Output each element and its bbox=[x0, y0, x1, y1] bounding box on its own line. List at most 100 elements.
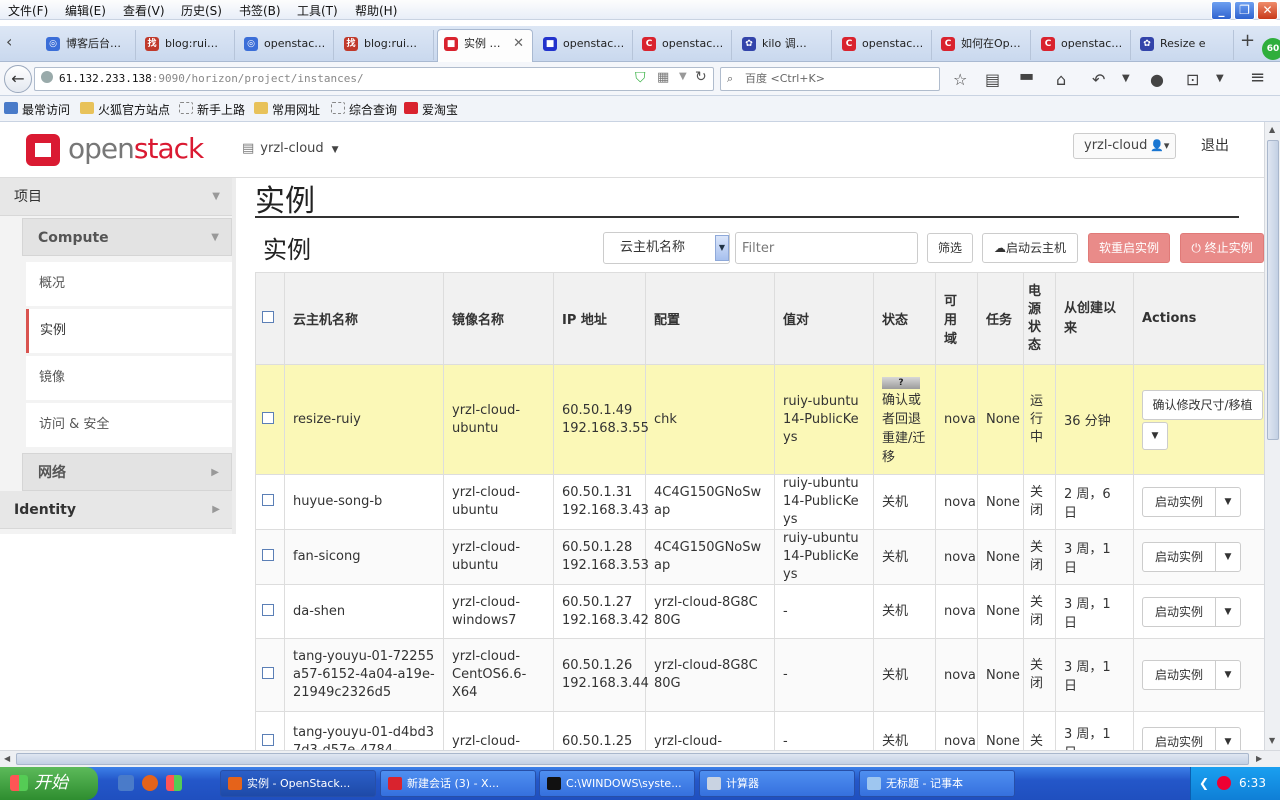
download-icon[interactable]: ▬ bbox=[1019, 66, 1034, 85]
openstack-logo-icon[interactable] bbox=[26, 134, 60, 166]
menu-file[interactable]: 文件(F) bbox=[8, 2, 48, 19]
flavor-link[interactable]: 4C4G150GNoSwap bbox=[645, 529, 775, 585]
soft-reboot-button[interactable]: 软重启实例 bbox=[1088, 233, 1170, 263]
project-selector[interactable]: ▤ yrzl-cloud ▼ bbox=[242, 141, 339, 156]
vertical-scroll-thumb[interactable] bbox=[1267, 140, 1279, 440]
menu-edit[interactable]: 编辑(E) bbox=[65, 2, 106, 19]
search-input[interactable]: ⌕ 百度 <Ctrl+K> bbox=[720, 67, 940, 91]
horizontal-scroll-thumb[interactable] bbox=[16, 753, 1249, 765]
start-instance-button[interactable]: 启动实例 bbox=[1143, 661, 1217, 689]
taskbar-task-2[interactable]: C:\WINDOWS\syste... bbox=[539, 770, 695, 797]
flavor-link[interactable]: yrzl-cloud-8G8C80G bbox=[645, 638, 775, 712]
chat-icon[interactable]: ● bbox=[1150, 70, 1164, 89]
sidebar-item-overview[interactable]: 概况 bbox=[26, 262, 232, 306]
filter-field-select[interactable]: 云主机名称 ▼ bbox=[603, 232, 730, 264]
tab-5[interactable]: ■ openstac… bbox=[537, 30, 633, 60]
tab-1[interactable]: 找 blog:rui… bbox=[139, 30, 235, 60]
col-flavor[interactable]: 配置 bbox=[645, 272, 775, 365]
col-keypair[interactable]: 值对 bbox=[774, 272, 874, 365]
terminate-instance-button[interactable]: ⏻ 终止实例 bbox=[1180, 233, 1264, 263]
tab-7[interactable]: ✿ kilo 调… bbox=[736, 30, 832, 60]
star-bookmark-icon[interactable]: ☆ bbox=[953, 70, 967, 89]
sidebar-identity[interactable]: Identity ▶ bbox=[0, 491, 232, 529]
sidebar-item-images[interactable]: 镜像 bbox=[26, 356, 232, 400]
row-checkbox[interactable] bbox=[255, 584, 285, 639]
sidebar-item-access-security[interactable]: 访问 & 安全 bbox=[26, 403, 232, 447]
start-instance-button[interactable]: 启动实例 bbox=[1143, 597, 1217, 626]
sidebar-project[interactable]: 项目 ▼ bbox=[0, 178, 232, 216]
windows-quicklaunch-icon[interactable] bbox=[166, 775, 182, 791]
action-dropdown-icon[interactable]: ▼ bbox=[1216, 598, 1240, 626]
tab-9[interactable]: C 如何在Op… bbox=[935, 30, 1031, 60]
home-icon[interactable]: ⌂ bbox=[1056, 70, 1066, 89]
scroll-right-icon[interactable]: ▶ bbox=[1256, 754, 1262, 763]
menu-history[interactable]: 历史(S) bbox=[181, 2, 222, 19]
reading-list-icon[interactable]: ▤ bbox=[985, 70, 1000, 89]
launch-instance-button[interactable]: ☁启动云主机 bbox=[982, 233, 1078, 263]
tab-close-icon[interactable]: ✕ bbox=[513, 30, 524, 58]
menu-view[interactable]: 查看(V) bbox=[123, 2, 165, 19]
tab-0[interactable]: ◎ 博客后台… bbox=[40, 30, 136, 60]
dropdown-icon[interactable]: ▼ bbox=[679, 71, 687, 82]
row-checkbox[interactable] bbox=[255, 529, 285, 585]
taskbar-task-1[interactable]: 新建会话 (3) - X... bbox=[380, 770, 536, 797]
instance-name-link[interactable]: huyue-song-b bbox=[284, 474, 444, 530]
row-checkbox[interactable] bbox=[255, 364, 285, 475]
tab-3[interactable]: 找 blog:rui… bbox=[338, 30, 434, 60]
flavor-link[interactable]: 4C4G150GNoSwap bbox=[645, 474, 775, 530]
col-power[interactable]: 电源状态 bbox=[1023, 272, 1056, 365]
user-menu[interactable]: yrzl-cloud 👤▾ bbox=[1073, 133, 1177, 159]
logout-link[interactable]: 退出 bbox=[1201, 135, 1229, 155]
clock[interactable]: 6:33 bbox=[1239, 767, 1266, 800]
flavor-link[interactable]: yrzl-cloud-8G8C80G bbox=[645, 584, 775, 639]
tray-expand-icon[interactable]: ❮ bbox=[1199, 767, 1209, 800]
tab-6[interactable]: Copenstac… bbox=[636, 30, 732, 60]
taskbar-task-3[interactable]: 计算器 bbox=[699, 770, 855, 797]
col-name[interactable]: 云主机名称 bbox=[284, 272, 444, 365]
tab-4[interactable]: ■ 实例 … ✕ bbox=[437, 29, 533, 62]
sidebar-network[interactable]: 网络 ▶ bbox=[22, 453, 232, 491]
tab-10[interactable]: Copenstac… bbox=[1035, 30, 1131, 60]
restore-button[interactable]: ❐ bbox=[1234, 1, 1255, 20]
instance-name-link[interactable]: da-shen bbox=[284, 584, 444, 639]
action-dropdown-icon[interactable]: ▼ bbox=[1216, 543, 1240, 571]
select-all-checkbox[interactable] bbox=[255, 272, 285, 365]
url-bar[interactable]: 61.132.233.138:9090/horizon/project/inst… bbox=[34, 67, 714, 91]
bookmark-firefox-site[interactable]: 火狐官方站点 bbox=[80, 101, 170, 118]
action-dropdown-icon[interactable]: ▼ bbox=[1216, 488, 1240, 516]
minimize-button[interactable]: _ bbox=[1211, 1, 1232, 20]
qr-icon[interactable]: ▦ bbox=[657, 70, 669, 85]
new-tab-button[interactable]: + bbox=[1240, 30, 1255, 51]
reload-icon[interactable]: ↻ bbox=[695, 69, 707, 85]
row-checkbox[interactable] bbox=[255, 638, 285, 712]
menu-tools[interactable]: 工具(T) bbox=[297, 2, 338, 19]
bookmark-query[interactable]: 综合查询 bbox=[331, 101, 397, 118]
sidebar-item-instances[interactable]: 实例 bbox=[26, 309, 232, 353]
filter-button[interactable]: 筛选 bbox=[927, 233, 973, 263]
instance-name-link[interactable]: tang-youyu-01-72255a57-6152-4a04-a19e-21… bbox=[284, 638, 444, 712]
bookmark-common-sites[interactable]: 常用网址 bbox=[254, 101, 320, 118]
openstack-logo-text[interactable]: openstack bbox=[68, 132, 204, 165]
tab-scroll-left-icon[interactable]: ‹ bbox=[6, 32, 12, 51]
tab-11[interactable]: ✿ Resize e bbox=[1134, 30, 1234, 60]
crop-dropdown-icon[interactable]: ▼ bbox=[1216, 73, 1224, 84]
start-button[interactable]: 开始 bbox=[0, 767, 98, 800]
start-instance-button[interactable]: 启动实例 bbox=[1143, 543, 1217, 571]
notification-badge[interactable]: 60 bbox=[1262, 38, 1280, 60]
menu-bookmarks[interactable]: 书签(B) bbox=[239, 2, 281, 19]
show-desktop-icon[interactable] bbox=[118, 775, 134, 791]
scroll-left-icon[interactable]: ◀ bbox=[4, 754, 10, 763]
tab-8[interactable]: Copenstac… bbox=[836, 30, 932, 60]
confirm-resize-button[interactable]: 确认修改尺寸/移植 bbox=[1142, 389, 1263, 420]
instance-name-link[interactable]: resize-ruiy bbox=[284, 364, 444, 475]
firefox-quicklaunch-icon[interactable] bbox=[142, 775, 158, 791]
scroll-down-icon[interactable]: ▼ bbox=[1269, 736, 1275, 745]
col-zone[interactable]: 可用域 bbox=[935, 272, 978, 365]
menu-help[interactable]: 帮助(H) bbox=[355, 2, 397, 19]
undo-icon[interactable]: ↶ bbox=[1092, 70, 1105, 89]
flavor-link[interactable]: chk bbox=[645, 364, 775, 475]
bookmark-most-visited[interactable]: 最常访问 bbox=[4, 101, 70, 118]
filter-input[interactable] bbox=[735, 232, 918, 264]
crop-icon[interactable]: ⊡ bbox=[1186, 70, 1199, 89]
instance-name-link[interactable]: fan-sicong bbox=[284, 529, 444, 585]
